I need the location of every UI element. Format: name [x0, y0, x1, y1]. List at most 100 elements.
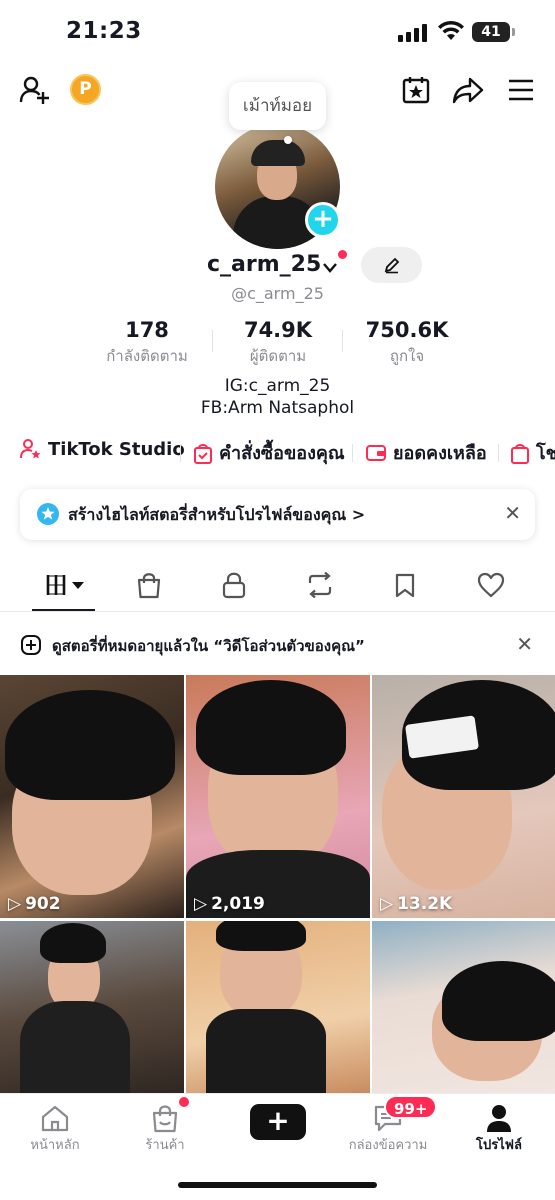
- shop-notification-dot: [179, 1097, 189, 1107]
- play-icon: ▷: [8, 894, 22, 914]
- add-friend-icon[interactable]: [14, 70, 54, 110]
- following-stat[interactable]: 178 กำลังติดตาม: [98, 318, 196, 368]
- profile-icon: [487, 1105, 511, 1132]
- share-icon[interactable]: [448, 70, 488, 110]
- bio: IG:c_arm_25 FB:Arm Natsaphol: [0, 375, 555, 419]
- tab-private[interactable]: [214, 568, 254, 602]
- nav-home[interactable]: หน้าหลัก: [5, 1102, 105, 1155]
- tiktok-studio-chip[interactable]: TikTok Studio: [20, 438, 185, 460]
- bag-icon: [511, 443, 529, 464]
- heart-icon: [477, 572, 505, 598]
- expired-stories-notice[interactable]: ดูสตอรี่ที่หมดอายุแล้วใน “วิดีโอส่วนตัวข…: [0, 624, 555, 664]
- inbox-badge: 99+: [384, 1095, 438, 1119]
- edit-profile-button[interactable]: [361, 247, 422, 283]
- shopping-bag-icon: [137, 573, 161, 599]
- close-icon[interactable]: ✕: [504, 501, 521, 525]
- menu-icon[interactable]: [501, 70, 541, 110]
- likes-count: 750.6K: [365, 318, 449, 342]
- grid-icon: [46, 575, 84, 595]
- bio-line: IG:c_arm_25: [224, 376, 331, 396]
- wallet-icon: [366, 444, 386, 461]
- balance-chip[interactable]: ยอดคงเหลือ: [365, 438, 487, 467]
- stat-divider: [342, 330, 343, 352]
- username-row: c_arm_25: [0, 250, 555, 284]
- star-badge-icon: [37, 503, 59, 525]
- plus-icon: +: [266, 1104, 290, 1137]
- chip-divider: [352, 444, 353, 462]
- likes-stat[interactable]: 750.6K ถูกใจ: [358, 318, 456, 368]
- highlight-banner-text: สร้างไฮไลท์สตอรี่สำหรับโปรไฟล์ของคุณ >: [68, 505, 366, 524]
- profile-shortcuts: TikTok Studio คำสั่งซื้อของคุณ ยอดคงเหลื…: [0, 432, 555, 472]
- video-thumbnail[interactable]: ▷ 902: [0, 675, 184, 918]
- followers-count: 74.9K: [243, 318, 313, 342]
- chip-label: TikTok Studio: [48, 438, 185, 460]
- view-count: ▷ 13.2K: [380, 894, 453, 914]
- home-icon: [41, 1105, 69, 1132]
- coins-icon[interactable]: P: [70, 74, 101, 105]
- bag-check-icon: [194, 443, 212, 464]
- view-count: ▷ 902: [8, 894, 61, 914]
- video-grid: ▷ 902 ▷ 2,019 ▷ 13.2K: [0, 675, 555, 1095]
- likes-label: ถูกใจ: [389, 347, 425, 365]
- nickname-bubble[interactable]: เม้าท์มอย: [229, 82, 326, 130]
- person-star-icon: [20, 439, 41, 459]
- followers-stat[interactable]: 74.9K ผู้ติดตาม: [232, 318, 324, 368]
- status-time: 21:23: [66, 18, 142, 44]
- following-label: กำลังติดตาม: [106, 347, 188, 365]
- status-bar: 21:23 41: [0, 0, 555, 62]
- following-count: 178: [125, 318, 169, 342]
- wifi-icon: [438, 20, 464, 40]
- chevron-down-icon[interactable]: [322, 262, 338, 274]
- nav-label: โปรไฟล์: [476, 1138, 522, 1153]
- nav-shop[interactable]: ร้านค้า: [115, 1102, 215, 1155]
- active-tab-indicator: [32, 609, 95, 611]
- notification-dot: [338, 250, 347, 259]
- video-thumbnail[interactable]: [186, 921, 370, 1095]
- tab-shop[interactable]: [129, 568, 169, 602]
- shop-bag-icon: [152, 1105, 178, 1133]
- add-circle-icon: [21, 635, 41, 655]
- username[interactable]: c_arm_25: [207, 252, 321, 277]
- chip-label: โช: [536, 443, 555, 464]
- tab-reposts[interactable]: [300, 568, 340, 602]
- bio-line: FB:Arm Natsaphol: [200, 398, 355, 418]
- lock-icon: [222, 572, 246, 599]
- video-thumbnail[interactable]: [372, 921, 555, 1095]
- notice-text: ดูสตอรี่ที่หมดอายุแล้วใน “วิดีโอส่วนตัวข…: [52, 637, 365, 655]
- home-indicator: [178, 1182, 377, 1188]
- tab-videos[interactable]: [42, 568, 88, 602]
- nav-label: หน้าหลัก: [30, 1138, 80, 1153]
- chip-label: ยอดคงเหลือ: [393, 443, 487, 464]
- bookmark-icon: [395, 573, 415, 598]
- play-icon: ▷: [194, 894, 208, 914]
- close-icon[interactable]: ✕: [516, 632, 533, 656]
- profile-stats: 178 กำลังติดตาม 74.9K ผู้ติดตาม 750.6K ถ…: [0, 318, 555, 368]
- profile-avatar[interactable]: +: [215, 124, 341, 249]
- chip-divider: [498, 444, 499, 462]
- chip-divider: [180, 444, 181, 462]
- calendar-star-icon[interactable]: [396, 70, 436, 110]
- nav-profile[interactable]: โปรไฟล์: [449, 1102, 549, 1155]
- pencil-icon: [384, 257, 399, 274]
- orders-chip[interactable]: คำสั่งซื้อของคุณ: [193, 438, 345, 467]
- nav-label: ร้านค้า: [145, 1138, 185, 1153]
- create-button[interactable]: +: [246, 1104, 310, 1140]
- video-thumbnail[interactable]: [0, 921, 184, 1095]
- add-story-icon[interactable]: +: [305, 202, 341, 238]
- play-icon: ▷: [380, 894, 394, 914]
- followers-label: ผู้ติดตาม: [249, 347, 307, 365]
- user-handle: @c_arm_25: [231, 284, 324, 303]
- cellular-signal-icon: [398, 24, 428, 42]
- battery-icon: 41: [472, 22, 515, 42]
- profile-tabs: [0, 560, 555, 612]
- shop-chip[interactable]: โช: [510, 438, 555, 467]
- repost-icon: [308, 572, 332, 598]
- video-thumbnail[interactable]: ▷ 13.2K: [372, 675, 555, 918]
- stat-divider: [212, 330, 213, 352]
- view-count: ▷ 2,019: [194, 894, 265, 914]
- tab-favorites[interactable]: [385, 568, 425, 602]
- video-thumbnail[interactable]: ▷ 2,019: [186, 675, 370, 918]
- tab-liked[interactable]: [471, 568, 511, 602]
- chip-label: คำสั่งซื้อของคุณ: [219, 443, 345, 464]
- create-highlight-banner[interactable]: สร้างไฮไลท์สตอรี่สำหรับโปรไฟล์ของคุณ > ✕: [20, 489, 535, 540]
